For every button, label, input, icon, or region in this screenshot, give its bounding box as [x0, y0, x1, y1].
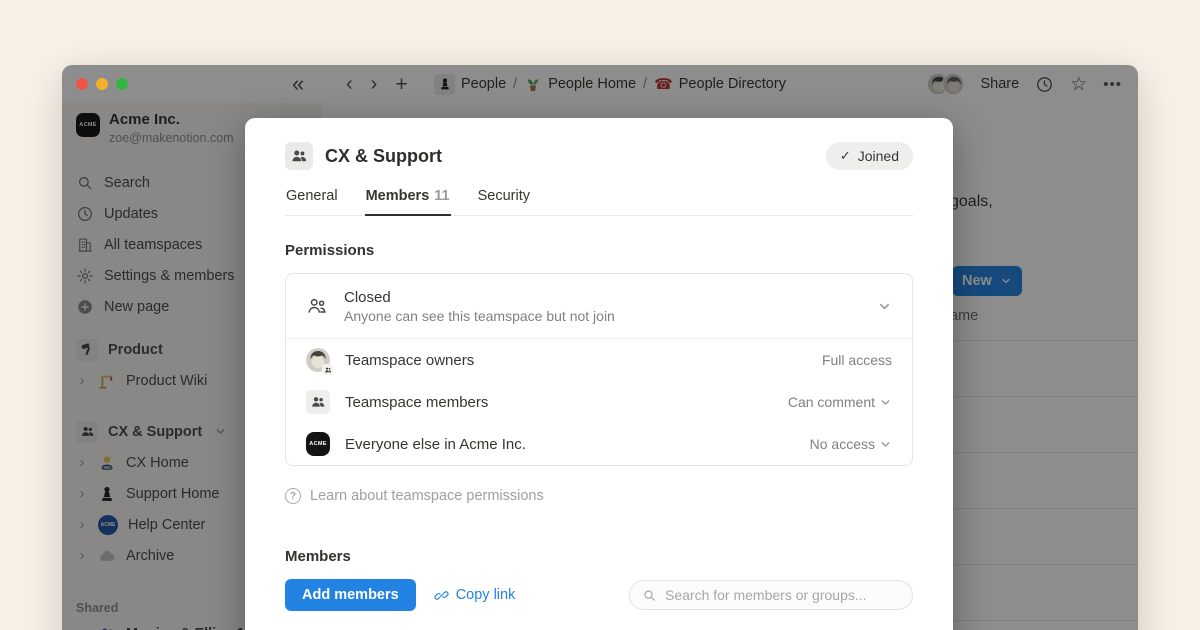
access-level-members-dropdown[interactable]: Can comment — [788, 394, 892, 410]
chevron-down-icon — [879, 396, 892, 409]
permission-row-everyone-else: ACME Everyone else in Acme Inc. No acces… — [286, 423, 912, 465]
check-icon: ✓ — [840, 148, 851, 164]
people-badge-icon — [322, 364, 333, 375]
people-icon — [306, 390, 330, 414]
add-members-button[interactable]: Add members — [285, 579, 416, 611]
chevron-down-icon — [879, 438, 892, 451]
learn-permissions-link[interactable]: ? Learn about teamspace permissions — [285, 488, 913, 504]
access-level-everyone-dropdown[interactable]: No access — [810, 436, 892, 452]
permission-row-owners: Teamspace owners Full access — [286, 339, 912, 381]
owners-avatar — [306, 348, 330, 372]
window-controls — [76, 78, 128, 90]
joined-button[interactable]: ✓ Joined — [826, 142, 913, 170]
link-icon — [434, 588, 449, 603]
tab-general[interactable]: General — [285, 188, 339, 215]
app-window: « ‹ › + People / People Home / ☎ People … — [62, 65, 1138, 630]
permission-row-members: Teamspace members Can comment — [286, 381, 912, 423]
tab-members[interactable]: Members11 — [365, 188, 451, 216]
member-search — [629, 580, 913, 610]
teamspace-people-icon — [285, 142, 313, 170]
permission-level: Closed — [344, 289, 615, 306]
modal-title: CX & Support — [325, 146, 442, 167]
acme-badge-icon: ACME — [306, 432, 330, 456]
permissions-card: Closed Anyone can see this teamspace but… — [285, 273, 913, 466]
permission-level-dropdown[interactable]: Closed Anyone can see this teamspace but… — [286, 274, 912, 338]
close-window-icon[interactable] — [76, 78, 88, 90]
people-outline-icon — [306, 295, 328, 317]
members-count: 11 — [434, 188, 449, 204]
members-heading: Members — [285, 548, 913, 565]
zoom-window-icon[interactable] — [116, 78, 128, 90]
chevron-down-icon — [877, 299, 892, 314]
permission-level-description: Anyone can see this teamspace but not jo… — [344, 308, 615, 324]
question-circle-icon: ? — [285, 488, 301, 504]
member-search-input[interactable] — [665, 587, 900, 603]
search-icon — [642, 588, 657, 603]
minimize-window-icon[interactable] — [96, 78, 108, 90]
permissions-heading: Permissions — [285, 242, 913, 259]
tab-security[interactable]: Security — [477, 188, 531, 215]
access-level-owners: Full access — [822, 352, 892, 368]
teamspace-settings-modal: CX & Support ✓ Joined General Members11 … — [245, 118, 953, 630]
modal-tabs: General Members11 Security — [285, 188, 913, 216]
copy-link-button[interactable]: Copy link — [434, 587, 516, 603]
